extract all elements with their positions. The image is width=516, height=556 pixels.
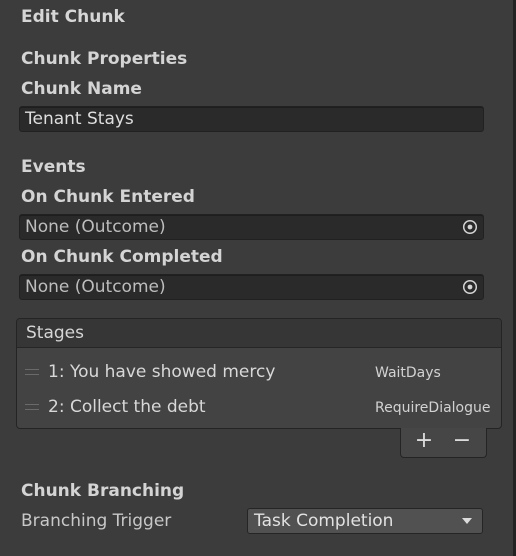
on-chunk-completed-value: None (Outcome) [25, 277, 166, 297]
remove-stage-button[interactable]: − [442, 428, 482, 456]
chunk-name-value: Tenant Stays [25, 109, 134, 129]
object-picker-icon[interactable] [462, 219, 478, 235]
branching-trigger-label: Branching Trigger [21, 511, 172, 531]
on-chunk-entered-field[interactable]: None (Outcome) [19, 214, 484, 240]
chunk-name-field[interactable]: Tenant Stays [19, 106, 484, 132]
on-chunk-completed-label: On Chunk Completed [21, 247, 223, 267]
stage-type: RequireDialogue [375, 400, 491, 416]
chunk-name-label: Chunk Name [21, 79, 142, 99]
add-stage-button[interactable]: + [404, 428, 444, 456]
stages-title: Stages [26, 323, 84, 343]
drag-handle-icon[interactable] [25, 404, 39, 410]
events-header: Events [21, 157, 86, 177]
chunk-properties-header: Chunk Properties [21, 49, 188, 69]
on-chunk-completed-field[interactable]: None (Outcome) [19, 274, 484, 300]
branching-trigger-value: Task Completion [254, 511, 394, 531]
object-picker-icon[interactable] [462, 279, 478, 295]
inspector-panel: Edit Chunk Chunk Properties Chunk Name T… [0, 0, 516, 556]
stage-row[interactable]: 2: Collect the debt RequireDialogue [17, 391, 501, 423]
stage-label: 1: You have showed mercy [48, 362, 276, 382]
stages-footer: + − [400, 428, 487, 458]
stages-list: Stages 1: You have showed mercy WaitDays… [16, 318, 502, 429]
stage-label: 2: Collect the debt [48, 397, 206, 417]
on-chunk-entered-label: On Chunk Entered [21, 187, 195, 207]
chunk-branching-header: Chunk Branching [21, 481, 185, 501]
stage-row[interactable]: 1: You have showed mercy WaitDays [17, 356, 501, 388]
stages-list-header[interactable]: Stages [17, 319, 501, 348]
on-chunk-entered-value: None (Outcome) [25, 217, 166, 237]
drag-handle-icon[interactable] [25, 369, 39, 375]
inspector-title: Edit Chunk [21, 7, 125, 27]
dropdown-arrow-icon [462, 518, 472, 524]
branching-trigger-dropdown[interactable]: Task Completion [247, 508, 483, 534]
stage-type: WaitDays [375, 365, 441, 381]
